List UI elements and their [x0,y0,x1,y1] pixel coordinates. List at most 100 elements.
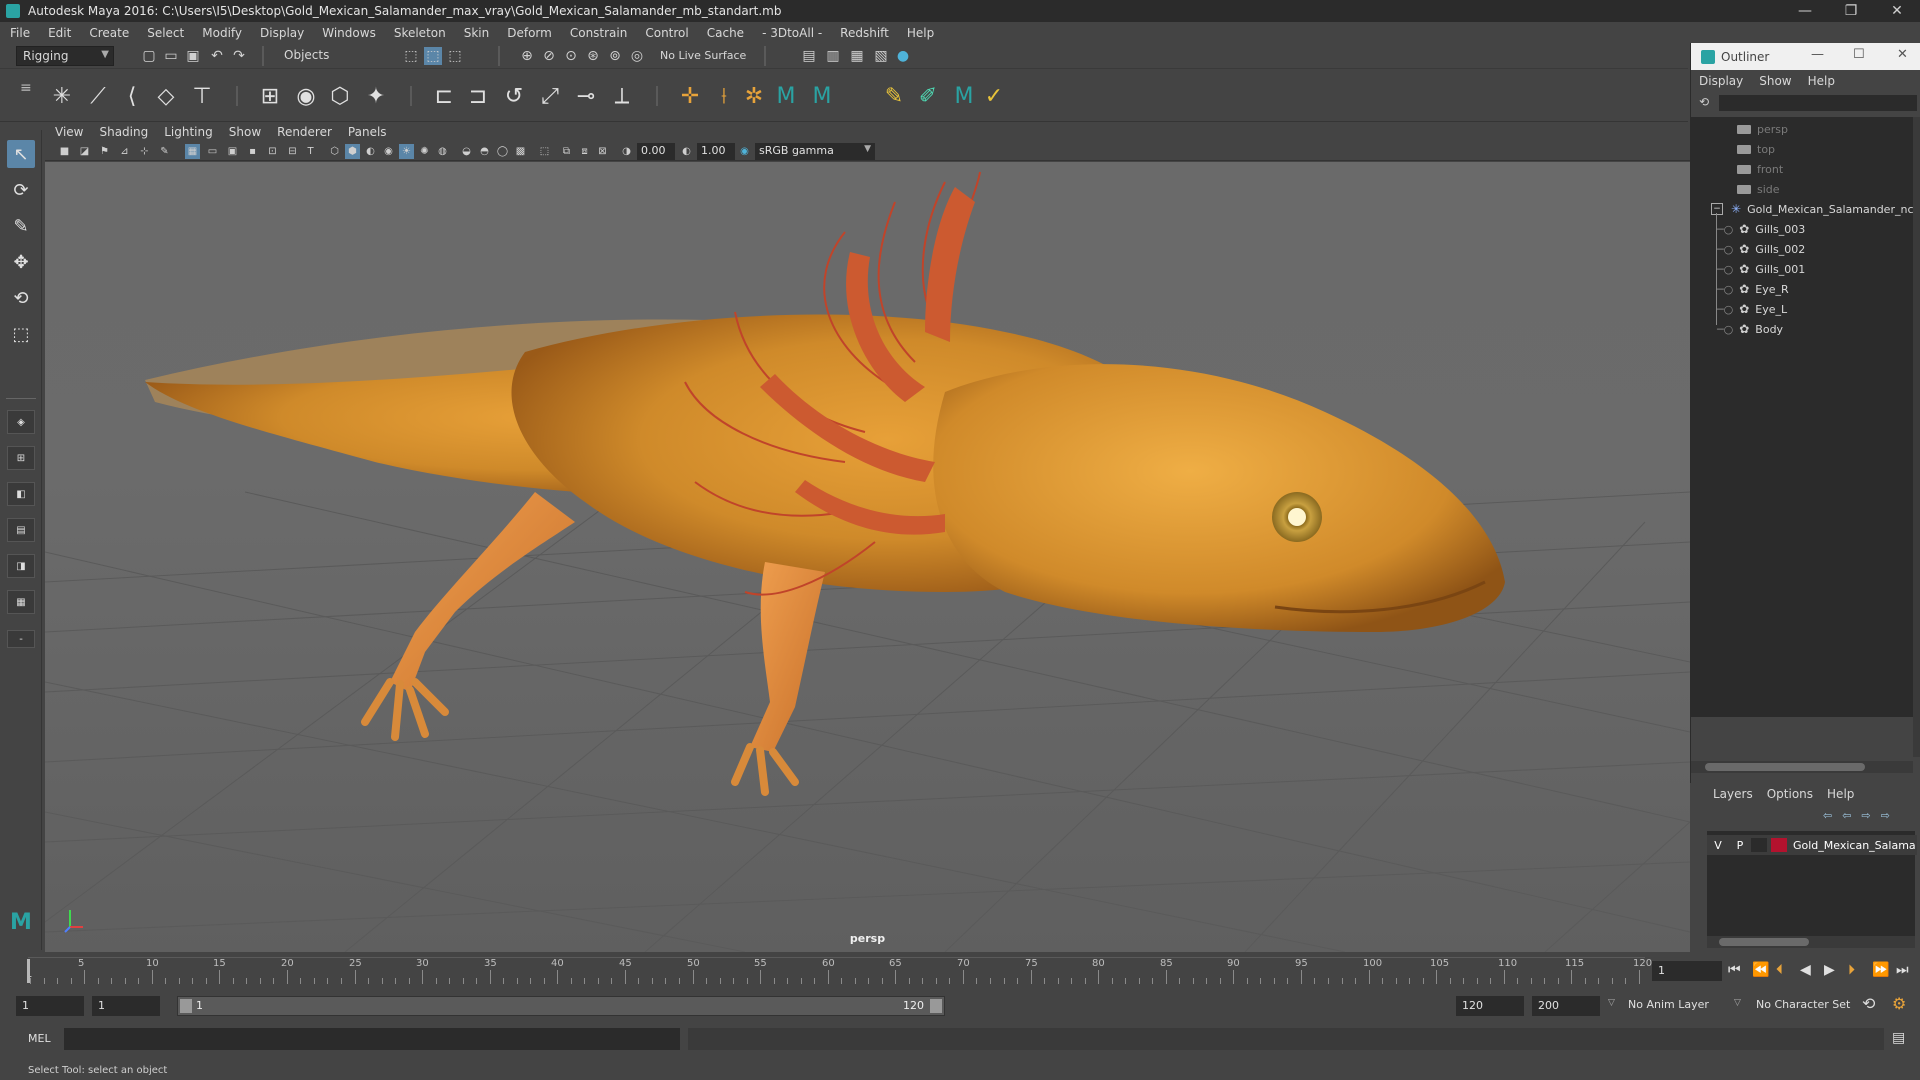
step-back-frame-icon[interactable]: ⏴ [1776,962,1783,978]
outliner-menu-display[interactable]: Display [1699,74,1743,88]
outliner-minimize-button[interactable]: — [1811,47,1824,62]
time-track[interactable]: 5 10 15 20 25 30 35 40 45 50 55 60 65 70 75 80 85 90 95 100… [28,957,1652,985]
hik-icon-1[interactable]: M [772,82,800,110]
go-to-end-icon[interactable]: ⏭ [1896,962,1909,978]
menu-deform[interactable]: Deform [507,26,552,40]
maximize-button[interactable]: ❐ [1828,0,1874,22]
script-editor-icon[interactable]: ▤ [1892,1030,1905,1046]
anim-preferences-icon[interactable]: ⚙ [1892,994,1906,1013]
exposure-icon[interactable]: ◑ [619,144,634,159]
panel-menu-renderer[interactable]: Renderer [277,125,332,139]
layout-options-icon[interactable]: - [7,630,35,648]
range-start-handle[interactable] [180,999,192,1013]
textured-icon[interactable]: ◉ [381,144,396,159]
menu-skin[interactable]: Skin [464,26,490,40]
outliner-hscrollbar[interactable] [1691,761,1913,773]
range-end-handle[interactable] [930,999,942,1013]
layer-menu-help[interactable]: Help [1827,787,1854,801]
scrollbar-thumb[interactable] [1705,763,1865,771]
panel-menu-show[interactable]: Show [229,125,261,139]
rotate-tool-icon[interactable]: ⟲ [7,284,35,312]
safe-title-icon[interactable]: T [303,144,318,159]
time-slider[interactable]: 5 10 15 20 25 30 35 40 45 50 55 60 65 70 75 80 85 90 95 100… [0,953,1920,989]
hik-icon-3[interactable]: M [950,82,978,110]
render-view-icon[interactable]: ▥ [824,47,842,65]
animation-end-field[interactable]: 200 [1532,996,1600,1016]
menu-set-dropdown[interactable]: Rigging ▼ [16,46,114,66]
save-scene-icon[interactable]: ▣ [184,47,202,65]
layer-row[interactable]: V P Gold_Mexican_Salama [1707,835,1917,855]
outliner-root-group[interactable]: − ✳ Gold_Mexican_Salamander_ncl [1711,199,1917,219]
step-back-key-icon[interactable]: ⏪ [1752,962,1769,978]
joint-orient-icon[interactable]: ⟊ [710,82,738,110]
layer-create-icons[interactable]: ⇦⇦⇨⇨ [1823,809,1900,822]
outliner-item-eye-r[interactable]: ─○ ✿ Eye_R [1717,279,1789,299]
outliner-menu-show[interactable]: Show [1759,74,1791,88]
outliner-close-button[interactable]: ✕ [1897,47,1908,62]
shadows-icon[interactable]: ✺ [417,144,432,159]
gamma-field[interactable]: 1.00 [697,143,735,160]
outliner-menu-help[interactable]: Help [1808,74,1835,88]
shelf-menu-icon[interactable]: ≡ [20,80,32,96]
menu-file[interactable]: File [10,26,30,40]
command-input[interactable] [64,1028,680,1050]
playback-start-field[interactable]: 1 [92,996,160,1016]
grid-toggle-icon[interactable]: ▦ [185,144,200,159]
parent-constraint-icon[interactable]: ⊏ [430,82,458,110]
gamma-icon[interactable]: ◐ [679,144,694,159]
minimize-button[interactable]: — [1782,0,1828,22]
grease-pencil-icon[interactable]: ✎ [157,144,172,159]
field-chart-icon[interactable]: ⊡ [265,144,280,159]
snap-grid-icon[interactable]: ⊕ [518,47,536,65]
ik-fk-icon[interactable]: ✲ [740,82,768,110]
mirror-joint-icon[interactable]: ⊤ [188,82,216,110]
paint-select-icon[interactable]: ✎ [7,212,35,240]
persp-graph-layout-icon[interactable]: ▤ [7,518,35,542]
outliner-item-eye-l[interactable]: ─○ ✿ Eye_L [1717,299,1787,319]
persp-outliner-layout-icon[interactable]: ◨ [7,554,35,578]
current-frame-field[interactable]: 1 [1652,961,1722,981]
wireframe-icon[interactable]: ⬡ [327,144,342,159]
locator-icon[interactable]: ✛ [676,82,704,110]
layer-menu-layers[interactable]: Layers [1713,787,1753,801]
xray-components-icon[interactable]: ⊠ [595,144,610,159]
wireframe-on-shaded-icon[interactable]: ◐ [363,144,378,159]
color-management-icon[interactable]: ◉ [737,144,752,159]
camera-select-icon[interactable]: ■ [57,144,72,159]
orient-constraint-icon[interactable]: ↺ [500,82,528,110]
select-tool-icon[interactable]: ↖ [7,140,35,168]
colorspace-dropdown[interactable]: sRGB gamma ▼ [755,143,875,160]
menu-cache[interactable]: Cache [707,26,744,40]
live-surface-label[interactable]: No Live Surface [660,49,746,62]
bind-skin-icon[interactable]: ⊞ [256,82,284,110]
menu-create[interactable]: Create [89,26,129,40]
panel-menu-lighting[interactable]: Lighting [164,125,213,139]
outliner-camera-front[interactable]: front [1737,159,1783,179]
use-all-lights-icon[interactable]: ☀ [399,144,414,159]
hik-icon-2[interactable]: M [808,82,836,110]
ik-spline-icon[interactable]: ⟨ [118,82,146,110]
menu-redshift[interactable]: Redshift [840,26,889,40]
paint-weights-icon[interactable]: ✎ [880,82,908,110]
smooth-shade-icon[interactable]: ⬢ [345,144,360,159]
outliner-item-gills-001[interactable]: ─○ ✿ Gills_001 [1717,259,1805,279]
snap-curve-icon[interactable]: ⊘ [540,47,558,65]
camera-attributes-icon[interactable]: ◪ [77,144,92,159]
backface-icon[interactable]: ▩ [513,144,528,159]
outliner-maximize-button[interactable]: ☐ [1853,47,1865,62]
safe-action-icon[interactable]: ⊟ [285,144,300,159]
gate-mask-icon[interactable]: ▪ [245,144,260,159]
menu-display[interactable]: Display [260,26,304,40]
viewport-persp[interactable]: persp [45,162,1690,952]
depth-of-field-icon[interactable]: ◯ [495,144,510,159]
select-by-object-icon[interactable]: ⬚ [424,47,442,65]
layer-visibility-toggle[interactable]: V [1707,839,1729,852]
isolate-select-icon[interactable]: ⬚ [537,144,552,159]
anim-layer-dropdown[interactable]: No Anim Layer [1628,998,1709,1011]
mel-label[interactable]: MEL [28,1032,51,1045]
range-slider[interactable]: 1 120 [177,996,945,1016]
undo-icon[interactable]: ↶ [208,47,226,65]
render-current-icon[interactable]: ▦ [848,47,866,65]
menu-windows[interactable]: Windows [322,26,376,40]
aim-constraint-icon[interactable]: ⊸ [572,82,600,110]
